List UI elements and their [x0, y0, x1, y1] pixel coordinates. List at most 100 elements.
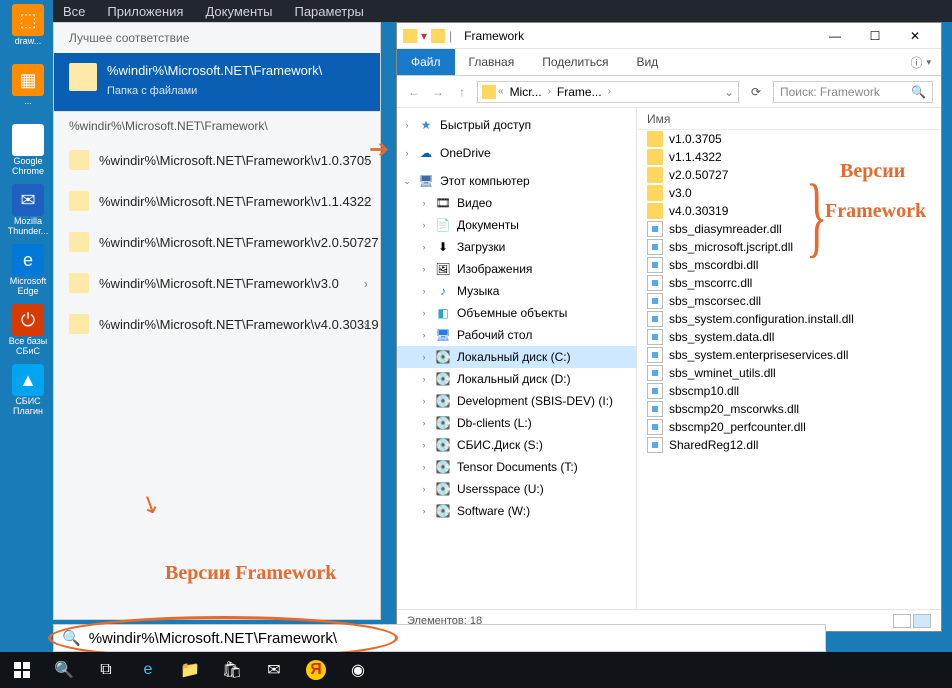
maximize-button[interactable]: ☐: [855, 24, 895, 48]
breadcrumb[interactable]: Frame...: [553, 85, 606, 99]
details-view-button[interactable]: [893, 614, 911, 628]
result-item[interactable]: %windir%\Microsoft.NET\Framework\v3.0›: [54, 263, 380, 304]
tab-docs[interactable]: Документы: [205, 4, 272, 19]
dropdown-icon[interactable]: ▾: [421, 29, 427, 43]
nav-desktop[interactable]: ›🖥Рабочий стол: [397, 324, 636, 346]
taskbar-app-edge[interactable]: e: [132, 656, 164, 684]
breadcrumb[interactable]: Micr...: [506, 85, 546, 99]
chevron-down-icon[interactable]: ⌄: [724, 85, 734, 99]
file-row[interactable]: sbscmp10.dll: [637, 382, 941, 400]
tab-file[interactable]: Файл: [397, 49, 455, 75]
desktop-icon-sbis-plugin[interactable]: ▲СБИС Плагин: [3, 360, 53, 420]
file-row[interactable]: sbs_wminet_utils.dll: [637, 364, 941, 382]
result-item[interactable]: %windir%\Microsoft.NET\Framework\v1.1.43…: [54, 181, 380, 222]
taskbar-app-store[interactable]: 🛍: [216, 656, 248, 684]
nav-downloads[interactable]: ›⬇Загрузки: [397, 236, 636, 258]
desktop-icon[interactable]: ▦...: [3, 60, 53, 120]
file-row[interactable]: sbs_mscorrc.dll: [637, 274, 941, 292]
nav-video[interactable]: ›🎞Видео: [397, 192, 636, 214]
desktop-icon-edge[interactable]: eMicrosoft Edge: [3, 240, 53, 300]
taskbar-app-chrome[interactable]: ◉: [342, 656, 374, 684]
document-icon: 📄: [435, 217, 451, 233]
desktop-icon-sbis-db[interactable]: ⏻Все базы СБиС: [3, 300, 53, 360]
refresh-button[interactable]: ⟳: [745, 85, 767, 99]
file-row[interactable]: sbs_microsoft.jscript.dll: [637, 238, 941, 256]
start-button[interactable]: [6, 656, 38, 684]
file-row[interactable]: sbscmp20_perfcounter.dll: [637, 418, 941, 436]
dll-icon: [647, 365, 663, 381]
folder-row[interactable]: v2.0.50727: [637, 166, 941, 184]
tab-view[interactable]: Вид: [622, 49, 672, 75]
icons-view-button[interactable]: [913, 614, 931, 628]
nav-documents[interactable]: ›📄Документы: [397, 214, 636, 236]
nav-this-pc[interactable]: ⌄🖥Этот компьютер: [397, 170, 636, 192]
taskbar-search-input[interactable]: 🔍 %windir%\Microsoft.NET\Framework\: [53, 624, 826, 652]
minimize-button[interactable]: —: [815, 24, 855, 48]
folder-icon: [69, 314, 89, 334]
desktop-icon-drawio[interactable]: ⬚draw...: [3, 0, 53, 60]
folder-row[interactable]: v4.0.30319: [637, 202, 941, 220]
taskbar-app-explorer[interactable]: 📁: [174, 656, 206, 684]
folder-row[interactable]: v1.1.4322: [637, 148, 941, 166]
desktop-icon-chrome[interactable]: ◉Google Chrome: [3, 120, 53, 180]
result-item[interactable]: %windir%\Microsoft.NET\Framework\v1.0.37…: [54, 140, 380, 181]
network-drive-icon: 💽: [435, 415, 451, 431]
file-row[interactable]: sbs_system.enterpriseservices.dll: [637, 346, 941, 364]
folder-row[interactable]: v1.0.3705: [637, 130, 941, 148]
folder-icon: [69, 232, 89, 252]
explorer-search-input[interactable]: Поиск: Framework 🔍: [773, 81, 933, 103]
cube-icon: ◧: [435, 305, 451, 321]
nav-drive-t[interactable]: ›💽Tensor Documents (T:): [397, 456, 636, 478]
file-list[interactable]: v1.0.3705 v1.1.4322 v2.0.50727 v3.0 v4.0…: [637, 130, 941, 609]
file-row[interactable]: sbs_diasymreader.dll: [637, 220, 941, 238]
nav-drive-s[interactable]: ›💽СБИС.Диск (S:): [397, 434, 636, 456]
tab-main[interactable]: Главная: [455, 49, 529, 75]
nav-drive-w[interactable]: ›💽Software (W:): [397, 500, 636, 522]
file-row[interactable]: SharedReg12.dll: [637, 436, 941, 454]
task-view-button[interactable]: ⧉: [90, 656, 122, 684]
nav-drive-d[interactable]: ›💽Локальный диск (D:): [397, 368, 636, 390]
navigation-pane[interactable]: ›★Быстрый доступ ›☁OneDrive ⌄🖥Этот компь…: [397, 108, 637, 609]
result-item[interactable]: %windir%\Microsoft.NET\Framework\v2.0.50…: [54, 222, 380, 263]
back-button[interactable]: ←: [405, 85, 423, 99]
result-item[interactable]: %windir%\Microsoft.NET\Framework\v4.0.30…: [54, 304, 380, 345]
nav-drive-c[interactable]: ›💽Локальный диск (C:): [397, 346, 636, 368]
chevron-right-icon: ›: [364, 235, 368, 250]
folder-icon: [69, 63, 97, 91]
search-button[interactable]: 🔍: [48, 656, 80, 684]
nav-quick-access[interactable]: ›★Быстрый доступ: [397, 114, 636, 136]
network-drive-icon: 💽: [435, 459, 451, 475]
nav-drive-l[interactable]: ›💽Db-clients (L:): [397, 412, 636, 434]
up-button[interactable]: ↑: [453, 85, 471, 99]
nav-music[interactable]: ›♪Музыка: [397, 280, 636, 302]
nav-onedrive[interactable]: ›☁OneDrive: [397, 142, 636, 164]
nav-drive-u[interactable]: ›💽Usersspace (U:): [397, 478, 636, 500]
tab-share[interactable]: Поделиться: [528, 49, 622, 75]
desktop-icon-thunderbird[interactable]: ✉Mozilla Thunder...: [3, 180, 53, 240]
taskbar-app-mail[interactable]: ✉: [258, 656, 290, 684]
file-row[interactable]: sbs_mscordbi.dll: [637, 256, 941, 274]
column-header-name[interactable]: Имя: [637, 108, 941, 130]
tab-apps[interactable]: Приложения: [107, 4, 183, 19]
best-match-subtitle: Папка с файлами: [107, 83, 322, 99]
tab-params[interactable]: Параметры: [294, 4, 363, 19]
file-row[interactable]: sbscmp20_mscorwks.dll: [637, 400, 941, 418]
nav-3d[interactable]: ›◧Объемные объекты: [397, 302, 636, 324]
address-bar[interactable]: « Micr... › Frame... › ⌄: [477, 81, 739, 103]
nav-pictures[interactable]: ›🖼Изображения: [397, 258, 636, 280]
window-titlebar[interactable]: ▾ | Framework — ☐ ✕: [397, 23, 941, 49]
file-row[interactable]: sbs_system.data.dll: [637, 328, 941, 346]
ribbon-expand-button[interactable]: ⓘ ▾: [900, 49, 941, 75]
close-button[interactable]: ✕: [895, 24, 935, 48]
forward-button[interactable]: →: [429, 85, 447, 99]
window-title: Framework: [464, 29, 524, 43]
best-match-title: %windir%\Microsoft.NET\Framework\: [107, 63, 322, 79]
tab-all[interactable]: Все: [63, 4, 85, 19]
folder-row[interactable]: v3.0: [637, 184, 941, 202]
nav-drive-i[interactable]: ›💽Development (SBIS-DEV) (I:): [397, 390, 636, 412]
file-row[interactable]: sbs_mscorsec.dll: [637, 292, 941, 310]
folder-icon: [647, 131, 663, 147]
file-row[interactable]: sbs_system.configuration.install.dll: [637, 310, 941, 328]
taskbar-app-yandex[interactable]: Я: [300, 656, 332, 684]
best-match-item[interactable]: %windir%\Microsoft.NET\Framework\ Папка …: [54, 53, 380, 111]
